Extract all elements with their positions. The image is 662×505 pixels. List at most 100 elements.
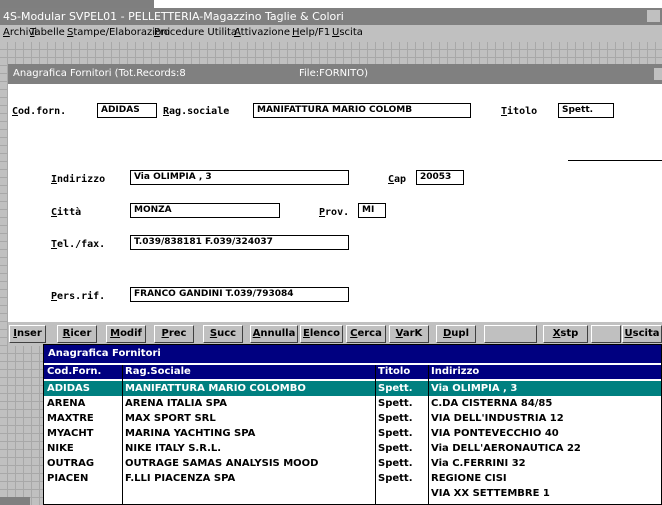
citta-field[interactable]: MONZA	[130, 203, 280, 218]
table-row[interactable]: ARENA ARENA ITALIA SPA Spett. C.DA CISTERNA…	[44, 396, 661, 411]
list-title: Anagrafica Fornitori	[44, 345, 661, 363]
table-cell: Spett.	[378, 428, 413, 439]
top-notch	[0, 0, 154, 8]
vark-button[interactable]: VarK	[389, 325, 429, 343]
menu-help[interactable]: Help/F1	[292, 27, 330, 38]
cerca-button[interactable]: Cerca	[346, 325, 386, 343]
table-cell: Spett.	[378, 398, 413, 409]
prov-label: Prov.	[319, 207, 350, 218]
table-row[interactable]: VIA XX SETTEMBRE 1	[44, 486, 661, 501]
column-header-rag[interactable]: Rag.Sociale	[122, 365, 375, 379]
rag-sociale-field[interactable]: MANIFATTURA MARIO COLOMB	[253, 103, 471, 118]
titolo-field[interactable]: Spett.	[558, 103, 614, 118]
table-cell: MANIFATTURA MARIO COLOMBO	[125, 383, 306, 394]
pers-rif-field[interactable]: FRANCO GANDINI T.039/793084	[130, 287, 349, 302]
form-title-bar: Anagrafica Fornitori (Tot.Records:8 File…	[8, 64, 662, 84]
menu-bar: Archivi Tabelle Stampe/Elaborazioni Proc…	[0, 25, 662, 42]
table-cell: Spett.	[378, 383, 413, 394]
column-separator	[375, 365, 376, 504]
cod-forn-field[interactable]: ADIDAS	[97, 103, 157, 118]
annulla-button[interactable]: Annulla	[250, 325, 298, 343]
table-cell: Via C.FERRINI 32	[431, 458, 526, 469]
supplier-form-window: Anagrafica Fornitori (Tot.Records:8 File…	[8, 64, 662, 346]
menu-tabelle[interactable]: Tabelle	[30, 27, 65, 38]
table-cell: NIKE	[47, 443, 74, 454]
divider-line	[568, 160, 662, 161]
table-row[interactable]: PIACEN F.LLI PIACENZA SPA Spett. REGIONE CI…	[44, 471, 661, 486]
column-header-indirizzo[interactable]: Indirizzo	[428, 365, 661, 379]
table-cell: Spett.	[378, 413, 413, 424]
taskbar-stub	[0, 497, 30, 505]
indirizzo-field[interactable]: Via OLIMPIA , 3	[130, 170, 349, 185]
table-cell: ADIDAS	[47, 383, 91, 394]
cod-forn-label: Cod.forn.	[12, 106, 67, 117]
titolo-label: Titolo	[501, 106, 538, 117]
citta-label: Città	[51, 207, 82, 218]
form-title: Anagrafica Fornitori (Tot.Records:8	[13, 68, 186, 79]
cap-label: Cap	[388, 174, 407, 185]
table-row[interactable]: ADIDAS MANIFATTURA MARIO COLOMBO Spett. Via…	[44, 381, 661, 396]
top-strip	[0, 0, 662, 8]
blank-button-1[interactable]	[484, 325, 537, 343]
table-cell: F.LLI PIACENZA SPA	[125, 473, 236, 484]
table-cell: NIKE ITALY S.R.L.	[125, 443, 222, 454]
column-separator	[428, 365, 429, 504]
table-cell: PIACEN	[47, 473, 89, 484]
table-cell: VIA PONTEVECCHIO 40	[431, 428, 559, 439]
form-file-label: File:FORNITO)	[299, 68, 368, 79]
table-cell: Via OLIMPIA , 3	[431, 383, 518, 394]
table-cell: ARENA ITALIA SPA	[125, 398, 228, 409]
table-cell: OUTRAG	[47, 458, 95, 469]
cap-field[interactable]: 20053	[416, 170, 464, 185]
table-cell: Spett.	[378, 473, 413, 484]
table-cell	[375, 486, 428, 501]
table-cell: Via DELL'AERONAUTICA 22	[431, 443, 581, 454]
table-row[interactable]: MYACHT MARINA YACHTING SPA Spett. VIA PONTE…	[44, 426, 661, 441]
table-cell: VIA DELL'INDUSTRIA 12	[431, 413, 564, 424]
prov-field[interactable]: MI	[358, 203, 386, 218]
table-cell: VIA XX SETTEMBRE 1	[431, 488, 550, 499]
ricer-button[interactable]: Ricer	[57, 325, 97, 343]
rag-sociale-label: Rag.sociale	[163, 106, 230, 117]
table-cell: Spett.	[378, 443, 413, 454]
supplier-list-popup: Anagrafica Fornitori Cod.Forn. Rag.Socia…	[43, 344, 662, 505]
indirizzo-label: Indirizzo	[51, 174, 106, 185]
inser-button[interactable]: Inser	[9, 325, 46, 343]
xstp-button[interactable]: Xstp	[543, 325, 588, 343]
table-cell	[122, 486, 375, 501]
table-row[interactable]: OUTRAG OUTRAGE SAMAS ANALYSIS MOOD Spett. V…	[44, 456, 661, 471]
dupl-button[interactable]: Dupl	[436, 325, 476, 343]
column-header-titolo[interactable]: Titolo	[375, 365, 428, 379]
elenco-button[interactable]: Elenco	[300, 325, 343, 343]
table-cell: OUTRAGE SAMAS ANALYSIS MOOD	[125, 458, 319, 469]
table-cell: REGIONE CISI	[431, 473, 507, 484]
table-cell: ARENA	[47, 398, 86, 409]
pers-rif-label: Pers.rif.	[51, 291, 106, 302]
tel-fax-label: Tel./fax.	[51, 239, 106, 250]
table-row[interactable]: NIKE NIKE ITALY S.R.L. Spett. Via DELL'AERO…	[44, 441, 661, 456]
menu-procedure[interactable]: Procedure Utilita'	[154, 27, 240, 38]
modif-button[interactable]: Modif	[106, 325, 146, 343]
menu-attivazione[interactable]: Attivazione	[234, 27, 290, 38]
table-cell: MAX SPORT SRL	[125, 413, 216, 424]
app-title-bar: 4S-Modular SVPEL01 - PELLETTERIA-Magazzi…	[0, 8, 662, 25]
form-control-icon[interactable]	[654, 68, 662, 80]
table-cell: MAXTRE	[47, 413, 94, 424]
table-cell: MARINA YACHTING SPA	[125, 428, 256, 439]
menu-uscita[interactable]: Uscita	[332, 27, 363, 38]
table-cell: Spett.	[378, 458, 413, 469]
prec-button[interactable]: Prec	[154, 325, 194, 343]
uscita-button[interactable]: Uscita	[622, 325, 662, 343]
window-control-icon[interactable]	[647, 10, 660, 22]
table-cell	[44, 486, 122, 501]
blank-button-2[interactable]	[591, 325, 621, 343]
table-cell: MYACHT	[47, 428, 94, 439]
command-button-bar: Inser Ricer Modif Prec Succ Annulla Elen…	[8, 322, 662, 346]
column-header-cod[interactable]: Cod.Forn.	[44, 365, 122, 379]
column-separator	[122, 365, 123, 504]
table-row[interactable]: MAXTRE MAX SPORT SRL Spett. VIA DELL'INDUST…	[44, 411, 661, 426]
app-title: 4S-Modular SVPEL01 - PELLETTERIA-Magazzi…	[3, 10, 344, 23]
tel-fax-field[interactable]: T.039/838181 F.039/324037	[130, 235, 349, 250]
list-header-row: Cod.Forn. Rag.Sociale Titolo Indirizzo	[44, 365, 661, 379]
succ-button[interactable]: Succ	[203, 325, 243, 343]
